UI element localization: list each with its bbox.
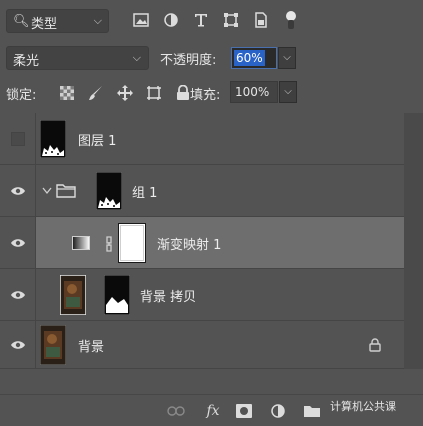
fill-label: 填充: bbox=[190, 88, 221, 103]
folder-icon bbox=[56, 184, 76, 198]
eye-icon bbox=[10, 238, 25, 247]
new-group-icon[interactable] bbox=[302, 402, 322, 420]
fill-input[interactable]: 100% bbox=[230, 81, 278, 103]
layer-thumbnail bbox=[40, 120, 66, 158]
smart-object-filter-icon[interactable] bbox=[246, 9, 276, 31]
shape-filter-icon[interactable] bbox=[216, 9, 246, 31]
watermark-text: 计算机公共课 bbox=[330, 400, 396, 413]
filter-row: 🔍︎ 类型 ⌵ bbox=[0, 0, 423, 40]
add-mask-icon[interactable] bbox=[234, 402, 254, 420]
layer-thumbnail bbox=[60, 275, 86, 315]
layer-row-background[interactable]: 背景 bbox=[0, 321, 404, 369]
lock-icons bbox=[52, 82, 197, 104]
filter-kind-select[interactable]: 🔍︎ 类型 ⌵ bbox=[6, 9, 109, 33]
chevron-down-icon[interactable] bbox=[42, 187, 52, 195]
filter-kind-label: 类型 bbox=[31, 17, 58, 32]
filter-icons bbox=[126, 9, 306, 31]
lock-label: 锁定: bbox=[6, 88, 37, 103]
eye-icon bbox=[10, 186, 25, 195]
image-filter-icon[interactable] bbox=[126, 9, 156, 31]
layer-row-layer1[interactable]: 图层 1 bbox=[0, 113, 404, 165]
visibility-toggle[interactable] bbox=[0, 321, 36, 368]
filter-toggle-icon[interactable] bbox=[276, 9, 306, 31]
visibility-toggle[interactable] bbox=[0, 217, 36, 268]
layer-thumbnail bbox=[40, 325, 66, 365]
new-adjustment-icon[interactable] bbox=[268, 402, 288, 420]
visibility-toggle[interactable] bbox=[0, 113, 36, 164]
layer-name: 背景 bbox=[78, 340, 105, 355]
link-layers-icon[interactable] bbox=[166, 402, 186, 420]
opacity-label: 不透明度: bbox=[160, 53, 217, 68]
lock-position-icon[interactable] bbox=[110, 82, 139, 104]
layer-name: 渐变映射 1 bbox=[157, 238, 222, 253]
layer-name: 组 1 bbox=[132, 186, 158, 201]
fx-icon[interactable]: fx bbox=[202, 402, 224, 420]
lock-row: 锁定: 填充: 100% ⌵ bbox=[0, 80, 423, 106]
layers-scrollbar[interactable] bbox=[404, 113, 423, 369]
layers-panel: 🔍︎ 类型 ⌵ 柔光 ⌵ 不透明度: 60% ⌵ 锁定: 填充: 100% ⌵ … bbox=[0, 0, 423, 426]
visibility-toggle[interactable] bbox=[0, 269, 36, 320]
chevron-down-icon: ⌵ bbox=[132, 51, 141, 64]
link-icon[interactable] bbox=[104, 236, 114, 252]
layer-name: 图层 1 bbox=[78, 134, 117, 149]
lock-icon bbox=[369, 338, 381, 352]
gradient-map-icon bbox=[72, 236, 90, 250]
layer-name: 背景 拷贝 bbox=[140, 290, 197, 305]
lock-image-pixels-icon[interactable] bbox=[81, 82, 110, 104]
layer-thumbnail bbox=[96, 172, 122, 210]
type-filter-icon[interactable] bbox=[186, 9, 216, 31]
layer-row-background-copy[interactable]: 背景 拷贝 bbox=[0, 269, 404, 321]
mask-thumbnail[interactable] bbox=[118, 223, 146, 263]
layer-row-gradient-map[interactable]: 渐变映射 1 bbox=[0, 217, 404, 269]
fill-dropdown-button[interactable]: ⌵ bbox=[279, 81, 297, 103]
lock-transparent-pixels-icon[interactable] bbox=[52, 82, 81, 104]
chevron-down-icon: ⌵ bbox=[93, 14, 102, 27]
opacity-input[interactable]: 60% bbox=[231, 47, 277, 69]
visibility-off-box bbox=[10, 131, 25, 146]
mask-thumbnail[interactable] bbox=[104, 275, 130, 315]
blend-mode-select[interactable]: 柔光 ⌵ bbox=[6, 46, 149, 70]
lock-artboard-icon[interactable] bbox=[139, 82, 168, 104]
blend-row: 柔光 ⌵ 不透明度: 60% ⌵ bbox=[0, 44, 423, 72]
adjustment-filter-icon[interactable] bbox=[156, 9, 186, 31]
search-icon: 🔍︎ bbox=[13, 14, 30, 29]
opacity-value: 60% bbox=[234, 50, 265, 66]
layer-row-group1[interactable]: 组 1 bbox=[0, 165, 404, 217]
visibility-toggle[interactable] bbox=[0, 165, 36, 216]
opacity-dropdown-button[interactable]: ⌵ bbox=[278, 47, 296, 69]
eye-icon bbox=[10, 340, 25, 349]
layers-list: 图层 1 组 1 渐变映射 1 背景 拷贝 背景 bbox=[0, 113, 423, 369]
blend-mode-value: 柔光 bbox=[13, 54, 40, 69]
eye-icon bbox=[10, 290, 25, 299]
